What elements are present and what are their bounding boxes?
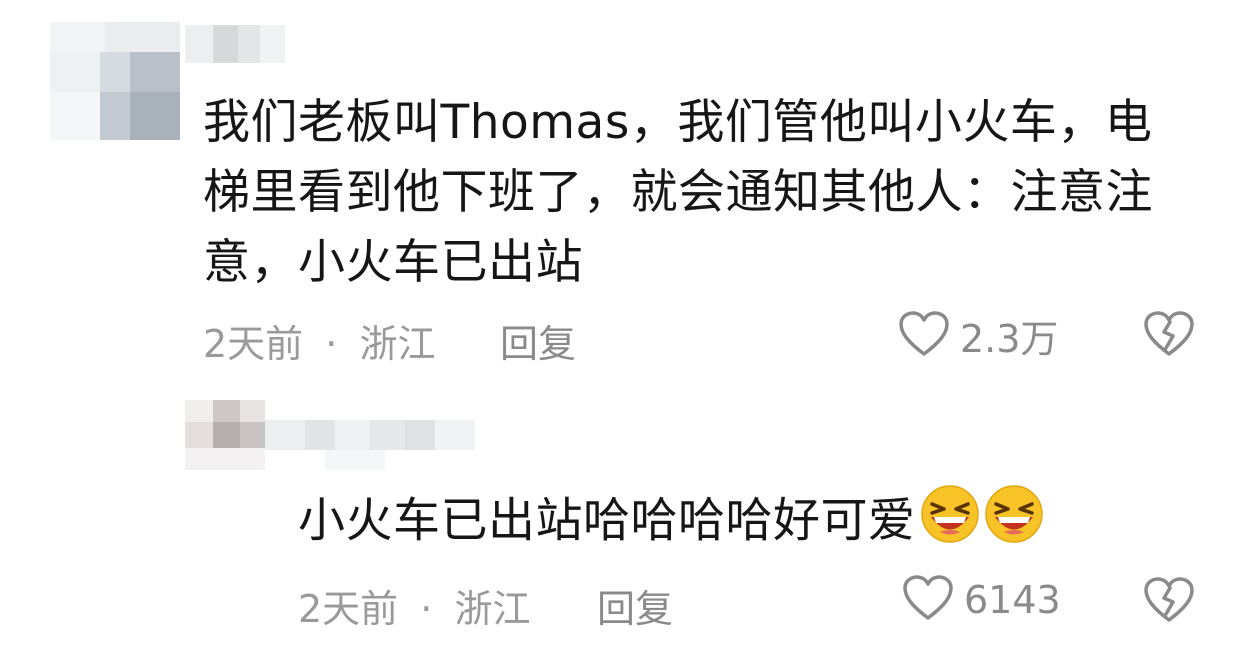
reply-button[interactable]: 回复 [597,578,673,633]
like-button[interactable]: 6143 [902,574,1061,626]
timestamp: 2天前 [203,322,304,366]
comment-meta: 2天前 · 浙江 [203,313,435,368]
comment-line: 小火车已出站哈哈哈哈好可爱 [298,493,916,549]
location: 浙江 [454,587,531,631]
separator-dot: · [420,587,433,631]
laughing-emoji-icon [920,484,980,564]
like-count: 2.3万 [960,317,1059,361]
timestamp: 2天前 [298,587,399,631]
heart-icon [898,310,950,362]
dislike-button[interactable] [1143,576,1195,628]
comment-line: 梯里看到他下班了，就会通知其他人：注意注 [203,165,1153,220]
broken-heart-icon [1143,311,1195,362]
comment-text: 小火车已出站哈哈哈哈好可爱 [298,484,1044,564]
like-count: 6143 [964,578,1061,622]
comment-line: 意，小火车已出站 [203,235,583,290]
comment-meta: 2天前 · 浙江 [298,578,530,633]
comment-line: 我们老板叫Thomas，我们管他叫小火车，电 [203,95,1153,150]
like-button[interactable]: 2.3万 [898,308,1058,363]
avatar[interactable] [185,400,265,470]
location: 浙江 [359,322,436,366]
username[interactable] [185,25,285,63]
comment-text: 我们老板叫Thomas，我们管他叫小火车，电 梯里看到他下班了，就会通知其他人：… [203,88,1153,298]
separator-dot: · [325,322,338,366]
broken-heart-icon [1143,577,1195,628]
dislike-button[interactable] [1143,310,1195,362]
reply-button[interactable]: 回复 [500,313,576,368]
laughing-emoji-icon [984,484,1044,564]
username[interactable] [265,420,475,470]
heart-icon [902,574,954,626]
avatar[interactable] [50,22,180,140]
